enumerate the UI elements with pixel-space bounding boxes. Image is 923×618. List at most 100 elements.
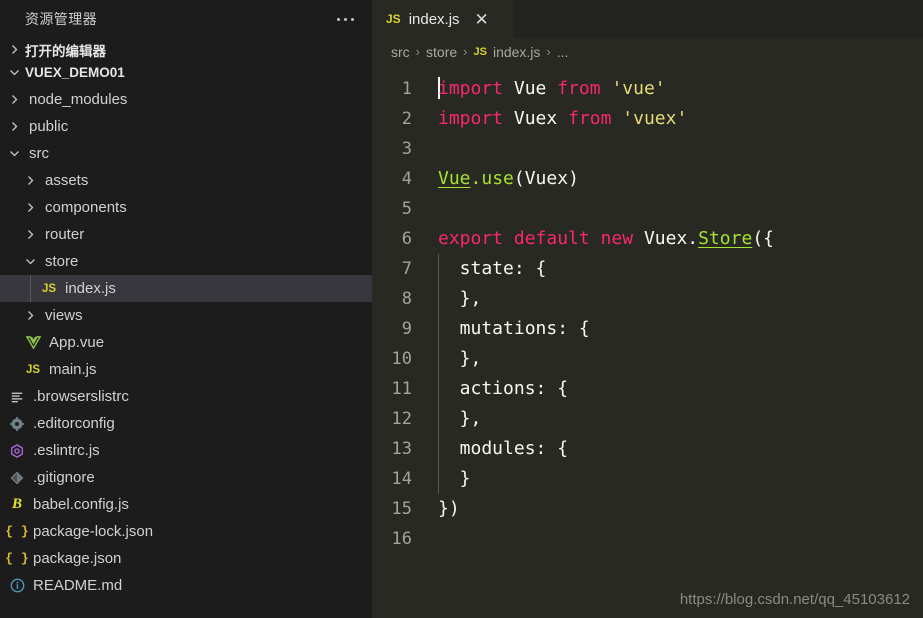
line-number: 15 bbox=[391, 499, 412, 519]
tree-item-label: router bbox=[45, 226, 85, 243]
tree-file-package-lock-json[interactable]: { } package-lock.json bbox=[0, 518, 372, 545]
code-line-text[interactable]: import Vuex from 'vuex' bbox=[426, 104, 687, 134]
code-line-text[interactable]: mutations: { bbox=[426, 314, 590, 344]
code-line: 15}) bbox=[372, 494, 923, 524]
code-editor[interactable]: 1 import Vue from 'vue' 2 import Vuex from … bbox=[372, 65, 923, 554]
tree-file-babel-config-js[interactable]: Bbabel.config.js bbox=[0, 491, 372, 518]
close-icon[interactable]: ✕ bbox=[468, 11, 496, 28]
code-line-text[interactable]: import Vue from 'vue' bbox=[426, 74, 666, 104]
code-token: import bbox=[438, 108, 504, 129]
code-line: 11 actions: { bbox=[372, 374, 923, 404]
vscode-window: 资源管理器 打开的编辑器 VUEX_DEMO01 node_modulespub… bbox=[0, 0, 923, 618]
section-project-root[interactable]: VUEX_DEMO01 bbox=[0, 61, 372, 84]
code-line-text[interactable]: }, bbox=[426, 344, 481, 374]
code-line: 12 }, bbox=[372, 404, 923, 434]
chevron-right-icon[interactable] bbox=[6, 94, 22, 105]
explorer-title: 资源管理器 bbox=[25, 11, 97, 27]
code-line: 5 bbox=[372, 194, 923, 224]
tree-folder-views[interactable]: views bbox=[0, 302, 372, 329]
breadcrumb-separator-icon: › bbox=[546, 44, 551, 59]
code-line-text[interactable]: }, bbox=[426, 284, 481, 314]
breadcrumb-separator-icon: › bbox=[415, 44, 421, 59]
tree-folder-components[interactable]: components bbox=[0, 194, 372, 221]
babel-file-icon: B bbox=[11, 496, 22, 512]
tree-file-package-json[interactable]: { } package.json bbox=[0, 545, 372, 572]
code-token: export bbox=[438, 228, 504, 249]
tree-file-index-js[interactable]: JS index.js bbox=[0, 275, 372, 302]
tree-item-label: package-lock.json bbox=[33, 523, 154, 540]
tree-file-browserslistrc[interactable]: .browserslistrc bbox=[0, 383, 372, 410]
ellipsis-icon[interactable] bbox=[335, 14, 356, 25]
breadcrumb-item[interactable]: index.js bbox=[493, 44, 540, 60]
tree-folder-router[interactable]: router bbox=[0, 221, 372, 248]
code-line: 8 }, bbox=[372, 284, 923, 314]
tree-indent-guide bbox=[30, 275, 31, 302]
list-file-icon bbox=[6, 390, 28, 404]
chevron-down-icon[interactable] bbox=[6, 148, 22, 159]
tree-item-label: README.md bbox=[33, 577, 123, 594]
info-file-icon bbox=[6, 578, 28, 593]
chevron-right-icon[interactable] bbox=[6, 121, 22, 132]
breadcrumb-item[interactable]: src bbox=[391, 44, 410, 60]
tree-folder-public[interactable]: public bbox=[0, 113, 372, 140]
tree-folder-src[interactable]: src bbox=[0, 140, 372, 167]
tree-file-gitignore[interactable]: .gitignore bbox=[0, 464, 372, 491]
tree-item-label: .eslintrc.js bbox=[33, 442, 100, 459]
breadcrumb-item[interactable]: ... bbox=[557, 44, 569, 60]
line-number: 14 bbox=[391, 469, 412, 489]
tree-item-label: main.js bbox=[49, 361, 97, 378]
code-token: Vue bbox=[513, 78, 547, 99]
code-line-text[interactable]: actions: { bbox=[426, 374, 568, 404]
chevron-right-icon[interactable] bbox=[22, 175, 38, 186]
code-line: 16 bbox=[372, 524, 923, 554]
tab-label: index.js bbox=[408, 10, 460, 28]
breadcrumb-item[interactable]: store bbox=[426, 44, 457, 60]
code-token: . bbox=[470, 168, 482, 189]
chevron-down-icon bbox=[6, 67, 22, 78]
section-open-editors[interactable]: 打开的编辑器 bbox=[0, 38, 372, 61]
chevron-right-icon[interactable] bbox=[22, 202, 38, 213]
code-line-text[interactable]: } bbox=[426, 464, 471, 494]
code-token: Vuex. bbox=[643, 228, 699, 249]
indent-guide bbox=[438, 254, 439, 284]
tree-item-label: .editorconfig bbox=[33, 415, 115, 432]
tree-item-label: .gitignore bbox=[33, 469, 95, 486]
tree-file-editorconfig[interactable]: .editorconfig bbox=[0, 410, 372, 437]
tree-folder-assets[interactable]: assets bbox=[0, 167, 372, 194]
tree-file-app-vue[interactable]: App.vue bbox=[0, 329, 372, 356]
code-line: 10 }, bbox=[372, 344, 923, 374]
code-token: from bbox=[557, 78, 601, 99]
tree-item-label: App.vue bbox=[49, 334, 105, 351]
tree-item-label: public bbox=[29, 118, 69, 135]
editor-tabbar: JS index.js ✕ bbox=[372, 0, 923, 38]
tab-index-js[interactable]: JS index.js ✕ bbox=[372, 0, 514, 38]
code-line: 6 export default new Vuex.Store({ bbox=[372, 224, 923, 254]
tree-file-readme-md[interactable]: README.md bbox=[0, 572, 372, 599]
tree-folder-store[interactable]: store bbox=[0, 248, 372, 275]
tree-file-eslintrc-js[interactable]: .eslintrc.js bbox=[0, 437, 372, 464]
chevron-down-icon[interactable] bbox=[22, 256, 38, 267]
code-line-text[interactable]: }) bbox=[426, 494, 460, 524]
file-tree: node_modulespublic src assets components rou… bbox=[0, 84, 372, 599]
code-token: from bbox=[568, 108, 612, 129]
chevron-right-icon[interactable] bbox=[22, 229, 38, 240]
tree-file-main-js[interactable]: JS main.js bbox=[0, 356, 372, 383]
code-line-text[interactable]: export default new Vuex.Store({ bbox=[426, 224, 774, 254]
code-line-text[interactable]: }, bbox=[426, 404, 481, 434]
tree-item-label: assets bbox=[45, 172, 89, 189]
code-line: 4 Vue.use(Vuex) bbox=[372, 164, 923, 194]
code-token: } bbox=[438, 468, 471, 489]
code-token: }, bbox=[438, 348, 482, 369]
tree-item-label: .browserslistrc bbox=[33, 388, 129, 405]
code-line-text[interactable]: modules: { bbox=[426, 434, 568, 464]
tree-folder-node-modules[interactable]: node_modules bbox=[0, 86, 372, 113]
code-line-text[interactable]: Vue.use(Vuex) bbox=[426, 164, 579, 194]
chevron-right-icon[interactable] bbox=[22, 310, 38, 321]
tree-item-label: babel.config.js bbox=[33, 496, 129, 513]
code-line-text[interactable]: state: { bbox=[426, 254, 546, 284]
chevron-right-icon bbox=[6, 44, 22, 55]
